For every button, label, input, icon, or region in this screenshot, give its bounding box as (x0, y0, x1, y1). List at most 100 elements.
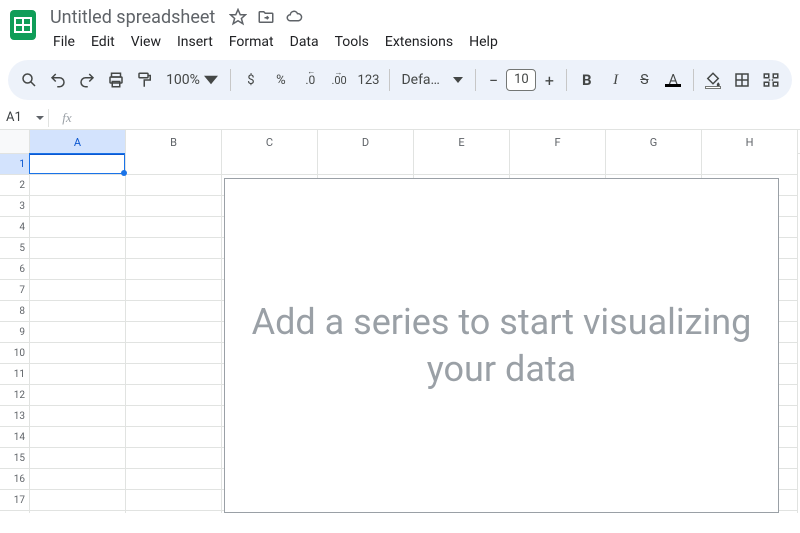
cell[interactable] (30, 490, 126, 511)
row-header[interactable]: 5 (0, 238, 29, 259)
cell[interactable] (30, 406, 126, 427)
format-percent-button[interactable]: % (267, 66, 295, 94)
cell[interactable] (126, 406, 222, 427)
cell[interactable] (30, 448, 126, 469)
column-header[interactable]: D (318, 130, 414, 154)
cell[interactable] (30, 385, 126, 406)
bold-button[interactable]: B (573, 66, 600, 94)
cell[interactable] (126, 427, 222, 448)
cell[interactable] (126, 175, 222, 196)
sheets-logo[interactable] (10, 8, 36, 42)
menu-tools[interactable]: Tools (328, 30, 376, 54)
redo-icon[interactable] (74, 66, 101, 94)
cell[interactable] (30, 259, 126, 280)
row-header[interactable]: 12 (0, 385, 29, 406)
formula-input[interactable] (85, 106, 800, 129)
menu-help[interactable]: Help (462, 30, 505, 54)
cell[interactable] (30, 322, 126, 343)
cell[interactable] (414, 154, 510, 175)
menu-data[interactable]: Data (283, 30, 326, 54)
menu-edit[interactable]: Edit (84, 30, 122, 54)
row-header[interactable]: 10 (0, 343, 29, 364)
decrease-decimal-button[interactable]: .0← (297, 66, 324, 94)
borders-button[interactable] (728, 66, 755, 94)
search-menus-icon[interactable] (16, 66, 43, 94)
fill-color-button[interactable] (700, 66, 727, 94)
cell[interactable] (30, 196, 126, 217)
menu-insert[interactable]: Insert (170, 30, 220, 54)
cell[interactable] (126, 322, 222, 343)
strikethrough-button[interactable]: S (631, 66, 658, 94)
row-header[interactable]: 18 (0, 511, 29, 513)
move-folder-icon[interactable] (257, 8, 275, 26)
cloud-status-icon[interactable] (285, 8, 303, 26)
row-header[interactable]: 1 (0, 154, 29, 175)
row-header[interactable]: 16 (0, 469, 29, 490)
cell[interactable] (126, 511, 222, 513)
cell[interactable] (30, 301, 126, 322)
row-header[interactable]: 8 (0, 301, 29, 322)
cell[interactable] (30, 364, 126, 385)
row-header[interactable]: 3 (0, 196, 29, 217)
row-header[interactable]: 17 (0, 490, 29, 511)
cell[interactable] (222, 154, 318, 175)
column-header[interactable]: A (30, 130, 126, 154)
cell[interactable] (126, 259, 222, 280)
menu-view[interactable]: View (124, 30, 168, 54)
cell[interactable] (30, 427, 126, 448)
cell[interactable] (126, 364, 222, 385)
cell[interactable] (126, 469, 222, 490)
font-size-input[interactable]: 10 (506, 69, 536, 91)
cell[interactable] (702, 154, 798, 175)
format-currency-button[interactable]: $ (237, 66, 265, 94)
row-header[interactable]: 4 (0, 217, 29, 238)
cell[interactable] (126, 196, 222, 217)
cell[interactable] (30, 469, 126, 490)
cell[interactable] (606, 154, 702, 175)
row-header[interactable]: 11 (0, 364, 29, 385)
cell[interactable] (126, 490, 222, 511)
column-header[interactable]: H (702, 130, 798, 154)
cell[interactable] (126, 238, 222, 259)
cell[interactable] (510, 154, 606, 175)
text-color-button[interactable]: A (660, 66, 687, 94)
paint-format-icon[interactable] (131, 66, 158, 94)
font-size-increase[interactable]: + (538, 68, 560, 92)
row-header[interactable]: 7 (0, 280, 29, 301)
menu-file[interactable]: File (46, 30, 82, 54)
cell[interactable] (126, 448, 222, 469)
document-title[interactable]: Untitled spreadsheet (46, 6, 219, 29)
row-header[interactable]: 14 (0, 427, 29, 448)
cell[interactable] (126, 217, 222, 238)
italic-button[interactable]: I (602, 66, 629, 94)
undo-icon[interactable] (45, 66, 72, 94)
menu-extensions[interactable]: Extensions (378, 30, 460, 54)
cell[interactable] (126, 385, 222, 406)
select-all-corner[interactable] (0, 130, 30, 154)
zoom-select[interactable]: 100% (160, 72, 224, 88)
font-size-decrease[interactable]: − (482, 68, 504, 92)
cell[interactable] (30, 175, 126, 196)
row-header[interactable]: 9 (0, 322, 29, 343)
row-header[interactable]: 2 (0, 175, 29, 196)
cell[interactable] (126, 280, 222, 301)
cell[interactable] (318, 154, 414, 175)
row-header[interactable]: 6 (0, 259, 29, 280)
cell[interactable] (30, 280, 126, 301)
print-icon[interactable] (102, 66, 129, 94)
column-header[interactable]: C (222, 130, 318, 154)
chart-placeholder[interactable]: Add a series to start visualizing your d… (224, 178, 779, 513)
star-icon[interactable] (229, 8, 247, 26)
menu-format[interactable]: Format (222, 30, 281, 54)
cell[interactable] (30, 238, 126, 259)
cell[interactable] (126, 301, 222, 322)
column-header[interactable]: E (414, 130, 510, 154)
cell[interactable] (30, 511, 126, 513)
cell[interactable] (30, 217, 126, 238)
name-box[interactable]: A1 (0, 106, 48, 130)
column-header[interactable]: G (606, 130, 702, 154)
cell[interactable] (126, 154, 222, 175)
cell[interactable] (30, 154, 126, 175)
row-header[interactable]: 15 (0, 448, 29, 469)
column-header[interactable]: F (510, 130, 606, 154)
